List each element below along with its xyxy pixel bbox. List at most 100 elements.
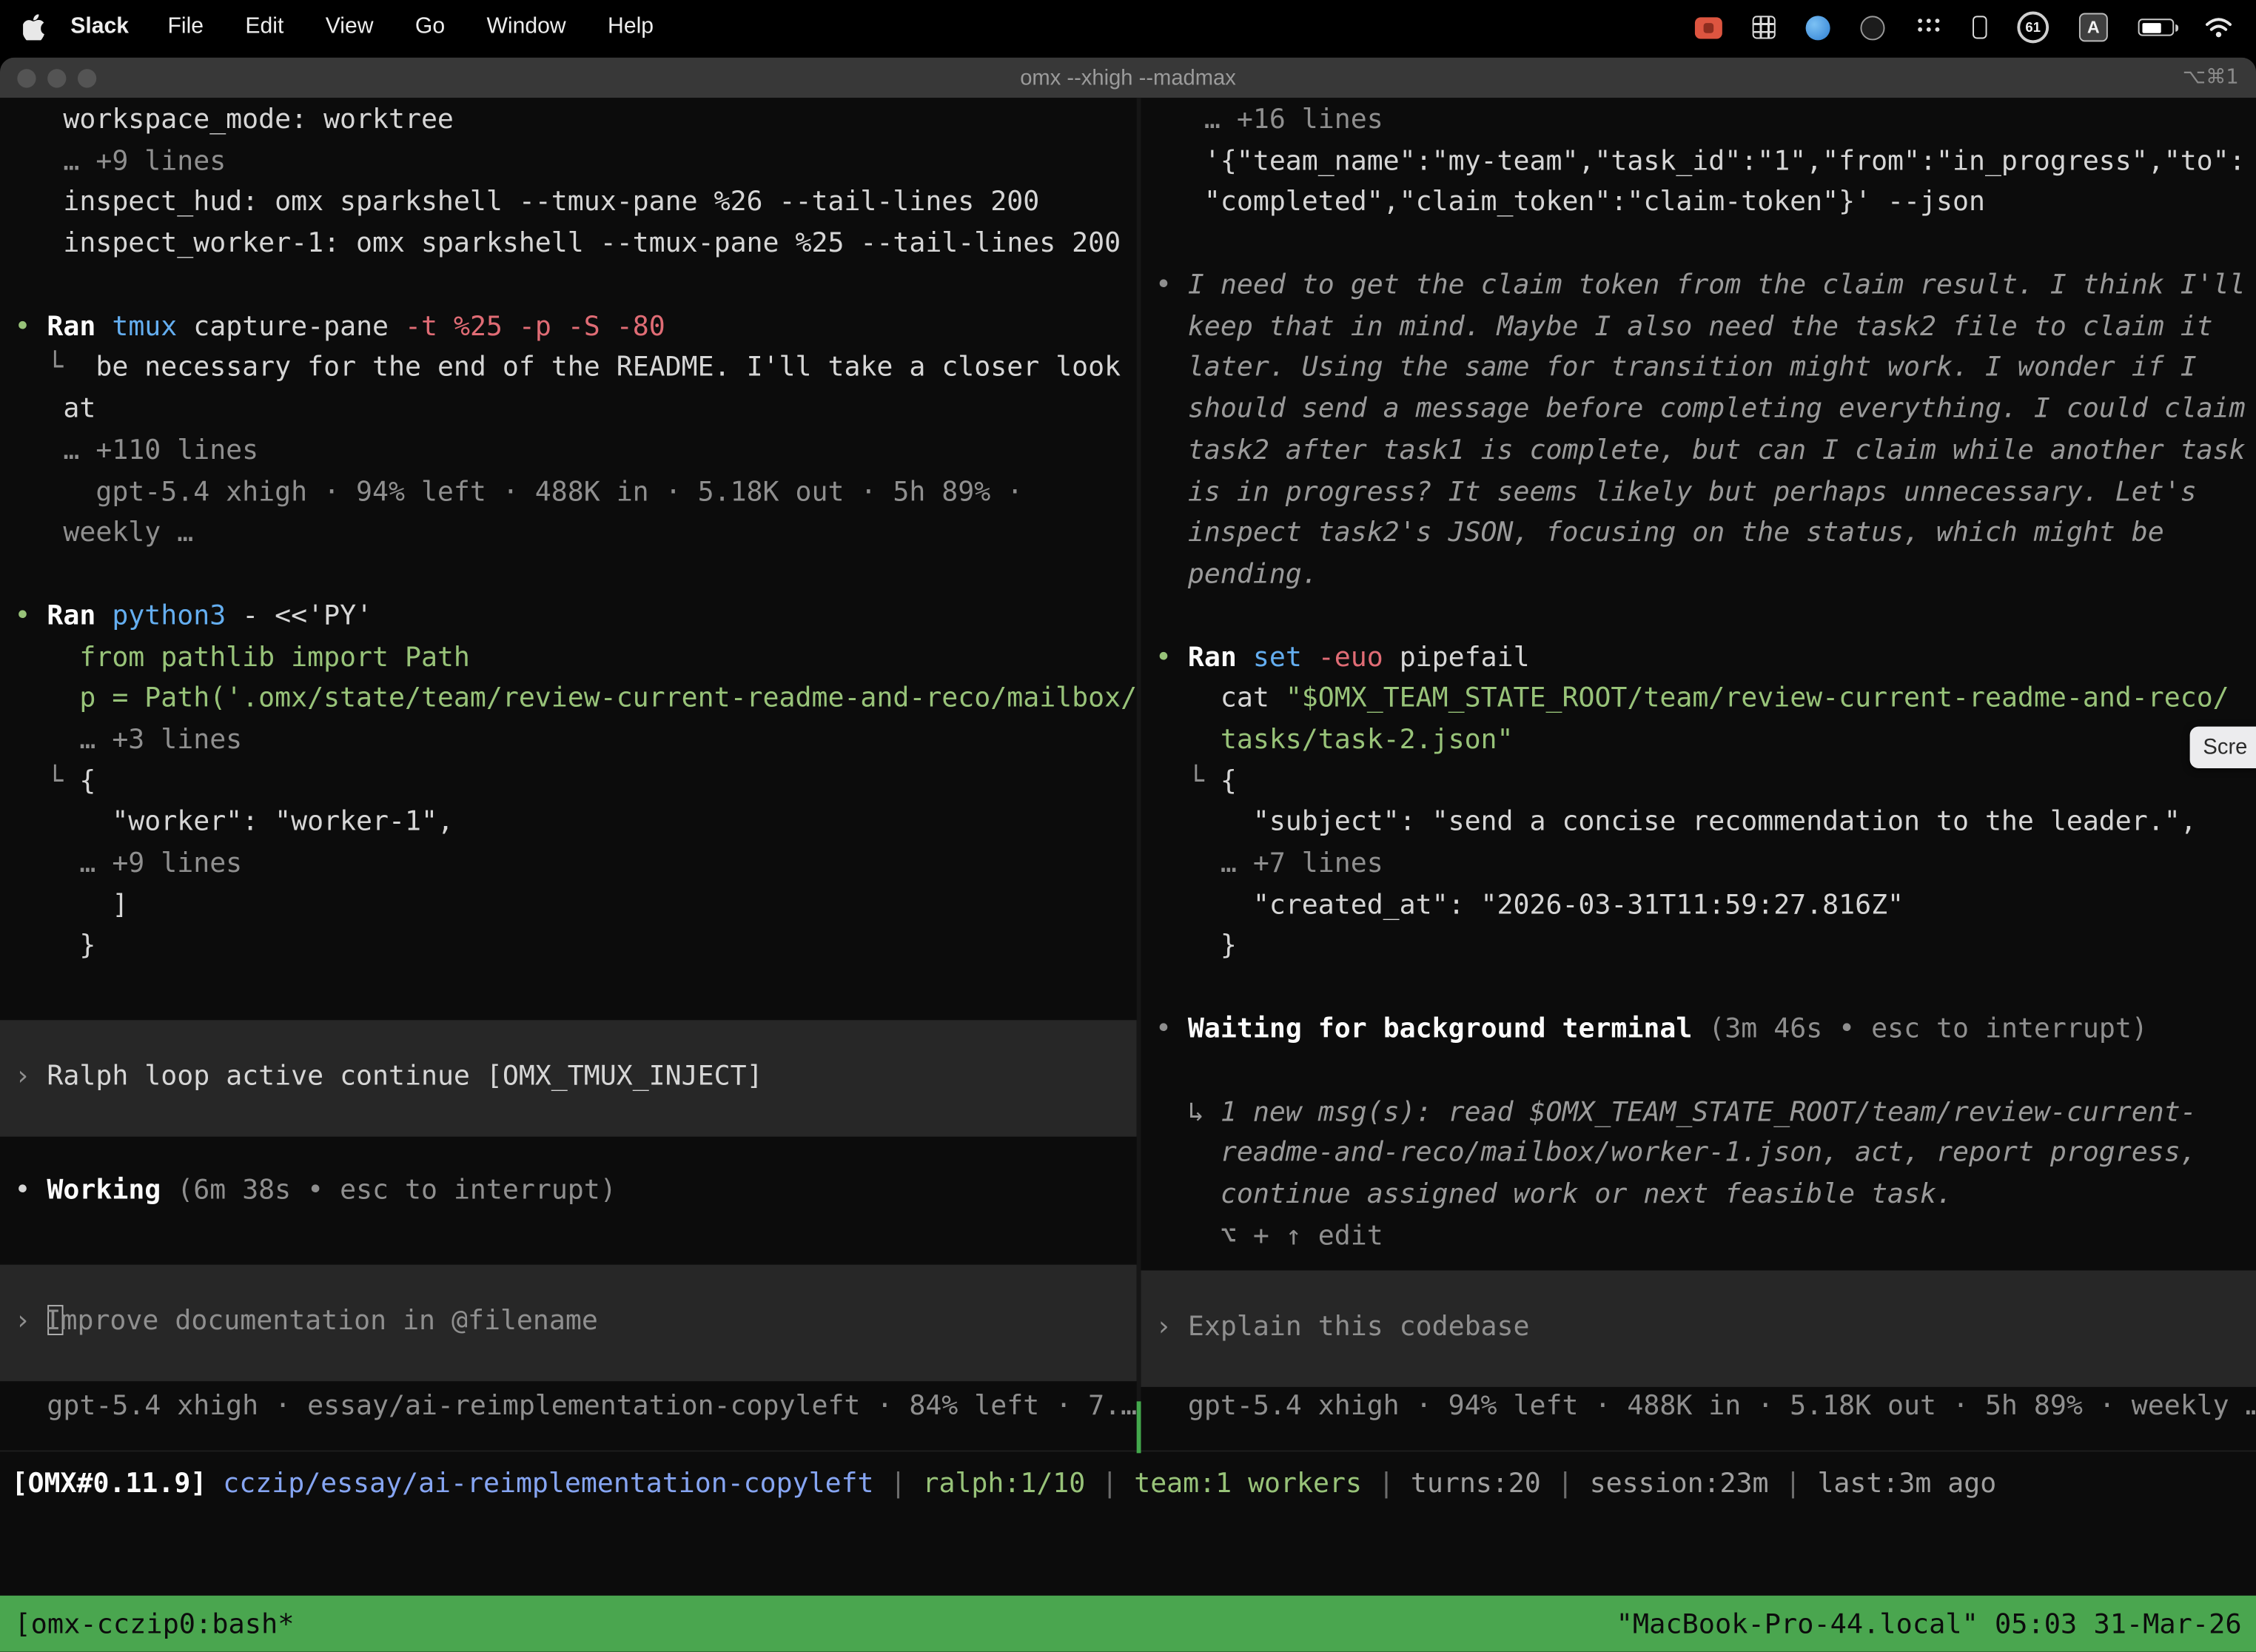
blue-app-icon[interactable]	[1805, 15, 1830, 39]
screen: Slack File Edit View Go Window Help 61 A	[0, 0, 2256, 1652]
terminal-text: turns:20	[1411, 1469, 1541, 1500]
terminal-text: … +9 lines	[14, 147, 226, 177]
terminal-line: keep that in mind. Maybe I also need the…	[1141, 308, 2256, 349]
apple-menu-icon[interactable]	[23, 14, 44, 40]
terminal-pane-left: workspace_mode: worktree … +9 lines insp…	[0, 98, 1137, 1451]
prompt-input-row[interactable]: › Explain this codebase	[1141, 1269, 2256, 1386]
battery-icon[interactable]	[2138, 19, 2175, 36]
terminal-text: … +9 lines	[14, 849, 242, 879]
close-window-button[interactable]	[17, 68, 36, 87]
terminal-line: task2 after task1 is complete, but can I…	[1141, 432, 2256, 473]
window-titlebar[interactable]: omx --xhigh --madmax ⌥⌘1	[0, 58, 2256, 98]
menu-item-edit[interactable]: Edit	[245, 14, 283, 38]
terminal-text: -t %25 -p -S -80	[405, 312, 665, 342]
terminal-text: [OMX#0.11.9]	[12, 1469, 224, 1500]
terminal-text: is in progress? It seems likely but perh…	[1155, 477, 2197, 507]
prompt-input-row[interactable]: › Improve documentation in @filename	[0, 1264, 1137, 1380]
terminal-text: tasks/task-2.json"	[1155, 725, 1514, 756]
pane-divider[interactable]	[1137, 98, 1141, 1451]
window-title: omx --xhigh --madmax	[0, 65, 2256, 90]
terminal-text: ⌥ + ↑ edit	[1155, 1221, 1383, 1252]
terminal-text: (6m 38s • esc to interrupt)	[177, 1175, 616, 1206]
working-status: • Working (6m 38s • esc to interrupt)	[0, 1171, 1137, 1212]
menu-item-go[interactable]: Go	[415, 14, 445, 38]
terminal-line: '{"team_name":"my-team","task_id":"1","f…	[1141, 142, 2256, 184]
terminal-text: ↳ 1 new msg(s): read $OMX_TEAM_STATE_ROO…	[1155, 1098, 2197, 1128]
terminal-text: Improve documentation in @filename	[45, 1306, 598, 1337]
screenshot-tooltip: Scre	[2190, 727, 2256, 768]
input-source-icon[interactable]: A	[2079, 13, 2108, 41]
terminal-line: continue assigned work or next feasible …	[1141, 1175, 2256, 1217]
terminal-text: - <<'PY'	[226, 601, 372, 631]
terminal-line: › Improve documentation in @filename	[0, 1302, 598, 1343]
terminal-text: |	[1541, 1469, 1590, 1500]
dots-grid-icon[interactable]	[1915, 20, 1942, 35]
terminal-text: ›	[14, 1306, 47, 1337]
menu-item-view[interactable]: View	[326, 14, 374, 38]
json-output-block: … +16 lines '{"team_name":"my-team","tas…	[1141, 101, 2256, 224]
terminal-text: keep that in mind. Maybe I also need the…	[1155, 312, 2213, 342]
terminal-text: last:3m ago	[1817, 1469, 1996, 1500]
terminal-text: team:1 workers	[1134, 1469, 1362, 1500]
terminal-line: inspect_hud: omx sparkshell --tmux-pane …	[0, 184, 1137, 225]
terminal-text: •	[14, 1175, 47, 1206]
terminal-text: gpt-5.4 xhigh · 94% left · 488K in · 5.1…	[14, 477, 1023, 507]
dark-app-icon[interactable]	[1860, 15, 1884, 39]
terminal-line: "created_at": "2026-03-31T11:59:27.816Z"	[1141, 886, 2256, 927]
terminal-text: "created_at": "2026-03-31T11:59:27.816Z"	[1155, 890, 1904, 921]
terminal-text: |	[1085, 1469, 1134, 1500]
terminal-text: inspect task2's JSON, focusing on the st…	[1155, 518, 2164, 548]
terminal-line: … +16 lines	[1141, 101, 2256, 142]
traffic-lights	[17, 68, 96, 87]
terminal-text: └	[1155, 766, 1221, 796]
terminal-text: ralph:1/10	[922, 1469, 1085, 1500]
menu-item-file[interactable]: File	[167, 14, 204, 38]
battery-percent-icon[interactable]: 61	[2017, 12, 2049, 44]
terminal-text: p = Path('.omx/state/team/review-current…	[14, 684, 1136, 714]
tmux-session-info: [omx-cczip0:bash*	[14, 1609, 294, 1641]
terminal-text: ]	[14, 890, 128, 921]
command-block-cat-task: • Ran set -euo pipefail cat "$OMX_TEAM_S…	[1141, 638, 2256, 968]
zoom-window-button[interactable]	[78, 68, 96, 87]
terminal-text: •	[1155, 642, 1188, 673]
terminal-text: Ran	[1188, 642, 1253, 673]
terminal-line: gpt-5.4 xhigh · 94% left · 488K in · 5.1…	[1141, 1386, 2256, 1428]
terminal-text: Ralph loop active continue [OMX_TMUX_INJ…	[47, 1062, 762, 1092]
terminal-text: Ran	[47, 312, 112, 342]
minimize-window-button[interactable]	[47, 68, 66, 87]
terminal-text: |	[1362, 1469, 1411, 1500]
terminal-line: later. Using the same for transition mig…	[1141, 349, 2256, 390]
grid-icon[interactable]	[1752, 16, 1775, 38]
device-icon[interactable]	[1973, 16, 1987, 38]
terminal-pane-right: … +16 lines '{"team_name":"my-team","tas…	[1141, 98, 2256, 1451]
terminal-line: workspace_mode: worktree	[0, 101, 1137, 142]
terminal-line: … +110 lines	[0, 432, 1137, 473]
terminal-text: … +3 lines	[14, 725, 242, 756]
terminal-text: should send a message before completing …	[1155, 394, 2246, 425]
terminal-line: tasks/task-2.json"	[1141, 721, 2256, 762]
prompt-row-ralph-loop[interactable]: › Ralph loop active continue [OMX_TMUX_I…	[0, 1020, 1137, 1136]
terminal-line: └ be necessary for the end of the README…	[0, 349, 1137, 390]
terminal-text: -euo	[1302, 642, 1383, 673]
terminal-line: inspect_worker-1: omx sparkshell --tmux-…	[0, 224, 1137, 266]
omx-status-bar: [OMX#0.11.9] cczip/essay/ai-reimplementa…	[0, 1451, 2256, 1596]
active-app-menu[interactable]: Slack	[70, 14, 129, 40]
terminal-text: from pathlib import Path	[14, 642, 469, 673]
menu-item-help[interactable]: Help	[608, 14, 654, 38]
waiting-status: • Waiting for background terminal (3m 46…	[1141, 1010, 2256, 1052]
terminal-line: gpt-5.4 xhigh · essay/ai-reimplementatio…	[0, 1386, 1137, 1428]
menu-item-window[interactable]: Window	[486, 14, 565, 38]
terminal-text: python3	[112, 601, 226, 631]
wifi-icon[interactable]	[2204, 16, 2233, 38]
screen-recording-icon[interactable]	[1695, 16, 1722, 38]
screen-recording-dot	[1703, 22, 1713, 33]
terminal-text: workspace_mode: worktree	[14, 105, 453, 135]
terminal-text: "worker": "worker-1",	[14, 807, 453, 838]
terminal-text: Working	[47, 1175, 177, 1206]
terminal-line: weekly …	[0, 514, 1137, 555]
terminal-line: "worker": "worker-1",	[0, 803, 1137, 845]
terminal-text: gpt-5.4 xhigh · 94% left · 488K in · 5.1…	[1155, 1391, 2256, 1421]
menu-bar: Slack File Edit View Go Window Help 61 A	[0, 0, 2256, 55]
terminal-line: • Working (6m 38s • esc to interrupt)	[0, 1171, 1137, 1212]
terminal-text: I need to get the claim token from the c…	[1188, 271, 2246, 301]
